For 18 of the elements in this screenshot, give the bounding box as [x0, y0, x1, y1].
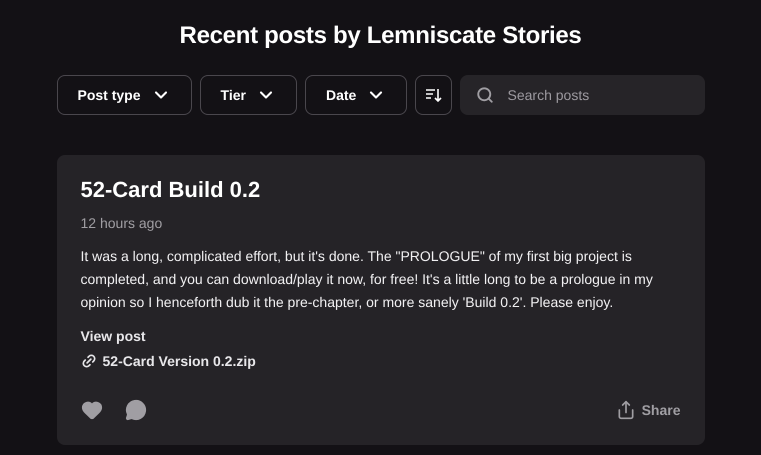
attachment-link[interactable]: 52-Card Version 0.2.zip	[80, 353, 256, 369]
share-icon	[616, 400, 636, 420]
post-time: 12 hours ago	[80, 215, 164, 231]
comment-icon	[124, 399, 146, 421]
search-field[interactable]: Search posts	[460, 75, 704, 115]
filter-dropdown[interactable]: Date	[304, 75, 408, 115]
post-title: 52-Card Build 0.2	[80, 177, 262, 203]
heart-icon	[80, 399, 102, 421]
comment-button[interactable]	[124, 399, 146, 421]
like-button[interactable]	[80, 399, 102, 421]
share-button[interactable]: Share	[616, 400, 680, 420]
view-post-link[interactable]: View post	[80, 328, 146, 344]
filter-dropdown[interactable]: Tier	[200, 75, 297, 115]
filter-dropdown[interactable]: Post type	[56, 75, 192, 115]
page-heading: Recent posts by Lemniscate Stories	[180, 22, 582, 50]
sort-button[interactable]	[415, 75, 452, 115]
sort-icon	[424, 86, 442, 104]
post-body: It was a long, complicated effort, but it's done. The "PROLOGUE" of my first big project is completed, and you can download/play it now, for free! It's a little long to be a prologue in my opinion so I henceforth dub it the pre-chapter, or more sanely 'Build 0.2'. Please enjoy.	[80, 247, 654, 312]
